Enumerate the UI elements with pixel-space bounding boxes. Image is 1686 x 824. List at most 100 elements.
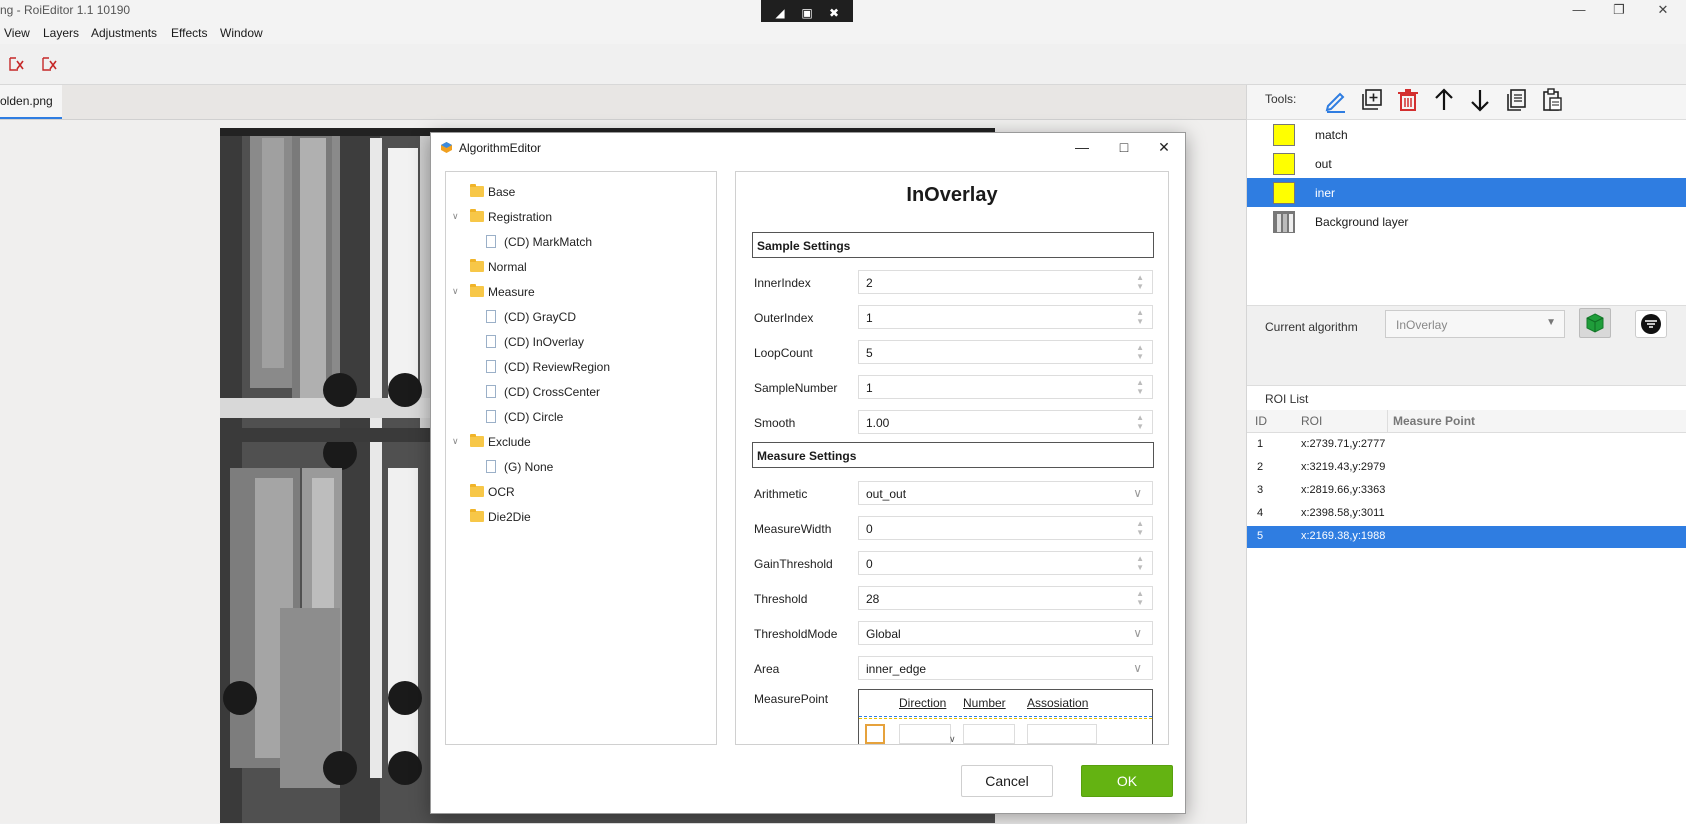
- area-combo[interactable]: inner_edge ∨: [858, 656, 1153, 680]
- tree-item-registration[interactable]: ∨ Registration: [446, 205, 714, 230]
- close-capture-icon[interactable]: ✖: [825, 5, 843, 21]
- layer-row-match[interactable]: match: [1247, 120, 1686, 149]
- cancel-button[interactable]: Cancel: [961, 765, 1053, 797]
- ok-button[interactable]: OK: [1081, 765, 1173, 797]
- remove-selection-icon[interactable]: [8, 55, 26, 73]
- roi-row-selected[interactable]: 5 x:2169.38,y:1988: [1247, 526, 1686, 548]
- dialog-minimize-button[interactable]: —: [1067, 137, 1097, 157]
- spin-arrows-icon[interactable]: ▲ ▼: [1136, 413, 1144, 431]
- column-measure-point[interactable]: Measure Point: [1393, 414, 1475, 428]
- number-cell[interactable]: [963, 724, 1015, 744]
- tree-item-none[interactable]: (G) None: [446, 455, 714, 480]
- tree-item-ocr[interactable]: OCR: [446, 480, 714, 505]
- tree-item-reviewregion[interactable]: (CD) ReviewRegion: [446, 355, 714, 380]
- layer-row-background[interactable]: Background layer: [1247, 207, 1686, 236]
- tree-item-graycd[interactable]: (CD) GrayCD: [446, 305, 714, 330]
- layer-row-iner[interactable]: iner: [1247, 178, 1686, 207]
- pointer-icon[interactable]: ◢: [771, 5, 789, 21]
- spin-arrows-icon[interactable]: ▲ ▼: [1136, 589, 1144, 607]
- tree-item-markmatch[interactable]: (CD) MarkMatch: [446, 230, 714, 255]
- assosiation-cell[interactable]: [1027, 724, 1097, 744]
- current-algorithm-select[interactable]: InOverlay ▼: [1385, 310, 1565, 338]
- document-tab-label: olden.png: [0, 94, 53, 108]
- tree-item-circle[interactable]: (CD) Circle: [446, 405, 714, 430]
- menu-view[interactable]: View: [4, 26, 30, 40]
- roi-row[interactable]: 2 x:3219.43,y:2979: [1247, 457, 1686, 479]
- arithmetic-combo[interactable]: out_out ∨: [858, 481, 1153, 505]
- chevron-down-icon[interactable]: ∨: [452, 286, 462, 296]
- app-title: ng - RoiEditor 1.1 10190: [0, 3, 131, 17]
- tree-item-normal[interactable]: Normal: [446, 255, 714, 280]
- layer-name: Background layer: [1315, 215, 1409, 229]
- sample-number-spinbox[interactable]: 1 ▲ ▼: [858, 375, 1153, 399]
- field-label: OuterIndex: [754, 311, 814, 325]
- tree-item-die2die[interactable]: Die2Die: [446, 505, 714, 530]
- chevron-down-icon: ∨: [1133, 661, 1142, 675]
- copy-icon[interactable]: [1503, 87, 1529, 113]
- direction-cell[interactable]: [899, 724, 951, 744]
- remove-all-icon[interactable]: [41, 55, 59, 73]
- measure-width-spinbox[interactable]: 0 ▲ ▼: [858, 516, 1153, 540]
- column-id[interactable]: ID: [1255, 414, 1267, 428]
- roi-row[interactable]: 4 x:2398.58,y:3011: [1247, 503, 1686, 525]
- delete-icon[interactable]: [1395, 87, 1421, 113]
- spin-arrows-icon[interactable]: ▲ ▼: [1136, 343, 1144, 361]
- measure-point-table[interactable]: Direction Number Assosiation: [858, 689, 1153, 744]
- column-number[interactable]: Number: [963, 696, 1006, 710]
- add-layer-icon[interactable]: [1359, 87, 1385, 113]
- row-checkbox[interactable]: [865, 724, 885, 744]
- field-value: 28: [866, 592, 880, 606]
- gain-threshold-spinbox[interactable]: 0 ▲ ▼: [858, 551, 1153, 575]
- tree-item-exclude[interactable]: ∨ Exclude: [446, 430, 714, 455]
- arrow-down-icon[interactable]: [1467, 87, 1493, 113]
- loop-count-spinbox[interactable]: 5 ▲ ▼: [858, 340, 1153, 364]
- tree-item-measure[interactable]: ∨ Measure: [446, 280, 714, 305]
- tree-item-inoverlay[interactable]: (CD) InOverlay: [446, 330, 714, 355]
- screen-icon[interactable]: ▣: [798, 5, 816, 21]
- tree-item-crosscenter[interactable]: (CD) CrossCenter: [446, 380, 714, 405]
- tree-label: (CD) MarkMatch: [504, 235, 593, 249]
- threshold-spinbox[interactable]: 28 ▲ ▼: [858, 586, 1153, 610]
- layer-swatch: [1273, 182, 1295, 204]
- chevron-down-icon: ∨: [1133, 486, 1142, 500]
- column-direction[interactable]: Direction: [899, 696, 946, 710]
- tree-label: Measure: [488, 285, 535, 299]
- field-value: 0: [866, 522, 873, 536]
- document-icon: [486, 335, 496, 348]
- filter-button[interactable]: [1635, 310, 1667, 338]
- dialog-maximize-button[interactable]: □: [1109, 137, 1139, 157]
- spin-arrows-icon[interactable]: ▲ ▼: [1136, 554, 1144, 572]
- menu-layers[interactable]: Layers: [43, 26, 79, 40]
- chevron-down-icon[interactable]: ∨: [452, 436, 462, 446]
- roi-row[interactable]: 3 x:2819.66,y:3363: [1247, 480, 1686, 502]
- inner-index-spinbox[interactable]: 2 ▲ ▼: [858, 270, 1153, 294]
- folder-icon: [470, 509, 484, 522]
- column-roi[interactable]: ROI: [1301, 414, 1322, 428]
- tree-item-base[interactable]: Base: [446, 180, 714, 205]
- threshold-mode-combo[interactable]: Global ∨: [858, 621, 1153, 645]
- layer-row-out[interactable]: out: [1247, 149, 1686, 178]
- roi-row[interactable]: 1 x:2739.71,y:2777: [1247, 434, 1686, 456]
- edit-pencil-icon[interactable]: [1323, 87, 1349, 113]
- menu-effects[interactable]: Effects: [171, 26, 207, 40]
- menu-adjustments[interactable]: Adjustments: [91, 26, 157, 40]
- dialog-close-button[interactable]: ✕: [1149, 137, 1179, 157]
- document-tab[interactable]: olden.png: [0, 85, 62, 119]
- chevron-down-icon[interactable]: ∨: [452, 211, 462, 221]
- smooth-spinbox[interactable]: 1.00 ▲ ▼: [858, 410, 1153, 434]
- spin-arrows-icon[interactable]: ▲ ▼: [1136, 273, 1144, 291]
- document-icon: [486, 410, 496, 423]
- column-assosiation[interactable]: Assosiation: [1027, 696, 1088, 710]
- arrow-up-icon[interactable]: [1431, 87, 1457, 113]
- run-algorithm-button[interactable]: [1579, 308, 1611, 338]
- menu-window[interactable]: Window: [220, 26, 263, 40]
- scroll-down-icon[interactable]: ∨: [949, 734, 956, 744]
- close-button[interactable]: ✕: [1640, 0, 1686, 22]
- restore-button[interactable]: ❐: [1596, 0, 1642, 22]
- spin-arrows-icon[interactable]: ▲ ▼: [1136, 378, 1144, 396]
- roi-id: 5: [1257, 530, 1264, 542]
- outer-index-spinbox[interactable]: 1 ▲ ▼: [858, 305, 1153, 329]
- spin-arrows-icon[interactable]: ▲ ▼: [1136, 519, 1144, 537]
- spin-arrows-icon[interactable]: ▲ ▼: [1136, 308, 1144, 326]
- paste-icon[interactable]: [1539, 87, 1565, 113]
